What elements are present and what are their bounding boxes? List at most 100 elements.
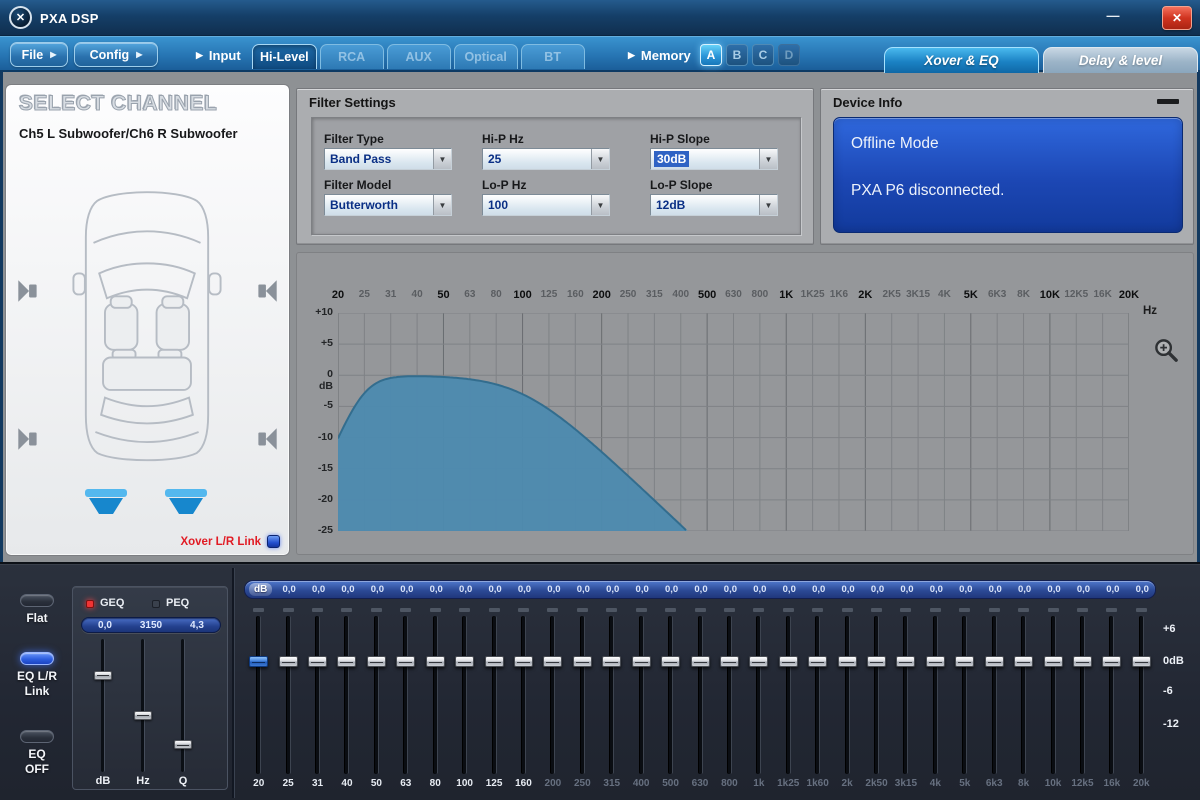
config-menu-button[interactable]: Config ▶ xyxy=(74,42,158,67)
eq-band-track-8k[interactable] xyxy=(1021,616,1026,774)
eq-band-handle-125[interactable] xyxy=(485,656,504,667)
select-lo-p-slope[interactable]: 12dB▼ xyxy=(650,194,778,216)
eq-band-track-2k[interactable] xyxy=(845,616,850,774)
eq-band-track-160[interactable] xyxy=(521,616,526,774)
input-tab-bt[interactable]: BT xyxy=(521,44,585,69)
eq-band-track-100[interactable] xyxy=(462,616,467,774)
tab-delay-level[interactable]: Delay & level xyxy=(1043,47,1198,73)
eq-band-handle-1k[interactable] xyxy=(749,656,768,667)
minimize-button[interactable]: — xyxy=(1100,8,1126,28)
eq-band-track-3k15[interactable] xyxy=(903,616,908,774)
eq-band-track-10k[interactable] xyxy=(1051,616,1056,774)
eq-band-handle-4k[interactable] xyxy=(926,656,945,667)
eq-band-track-1k60[interactable] xyxy=(815,616,820,774)
eq-band-handle-630[interactable] xyxy=(691,656,710,667)
eq-band-handle-25[interactable] xyxy=(279,656,298,667)
speaker-icon[interactable] xyxy=(16,277,40,305)
subwoofer-left-icon[interactable] xyxy=(82,487,130,517)
eq-band-track-200[interactable] xyxy=(550,616,555,774)
eq-band-track-630[interactable] xyxy=(698,616,703,774)
eq-band-handle-500[interactable] xyxy=(661,656,680,667)
eq-band-track-800[interactable] xyxy=(727,616,732,774)
eq-band-handle-40[interactable] xyxy=(337,656,356,667)
eq-band-track-1k[interactable] xyxy=(756,616,761,774)
speaker-icon[interactable] xyxy=(255,277,279,305)
eq-band-track-31[interactable] xyxy=(315,616,320,774)
eq-band-track-250[interactable] xyxy=(580,616,585,774)
input-tab-optical[interactable]: Optical xyxy=(454,44,518,69)
eq-band-track-1k25[interactable] xyxy=(786,616,791,774)
eq-band-handle-160[interactable] xyxy=(514,656,533,667)
file-menu-button[interactable]: File ▶ xyxy=(10,42,68,67)
eq-band-track-63[interactable] xyxy=(403,616,408,774)
memory-d-button[interactable]: D xyxy=(778,44,800,66)
memory-a-button[interactable]: A xyxy=(700,44,722,66)
eq-band-handle-31[interactable] xyxy=(308,656,327,667)
eq-band-handle-8k[interactable] xyxy=(1014,656,1033,667)
eq-band-track-80[interactable] xyxy=(433,616,438,774)
eq-band-handle-50[interactable] xyxy=(367,656,386,667)
memory-b-button[interactable]: B xyxy=(726,44,748,66)
memory-c-button[interactable]: C xyxy=(752,44,774,66)
eq-band-track-315[interactable] xyxy=(609,616,614,774)
eq-band-handle-10k[interactable] xyxy=(1044,656,1063,667)
eq-band-handle-800[interactable] xyxy=(720,656,739,667)
input-tab-aux[interactable]: AUX xyxy=(387,44,451,69)
eq-band-track-125[interactable] xyxy=(492,616,497,774)
eq-band-track-25[interactable] xyxy=(286,616,291,774)
eq-band-handle-2k[interactable] xyxy=(838,656,857,667)
dropdown-arrow-icon[interactable]: ▼ xyxy=(433,149,451,169)
dropdown-arrow-icon[interactable]: ▼ xyxy=(759,195,777,215)
eq-band-track-6k3[interactable] xyxy=(992,616,997,774)
frequency-response-graph[interactable]: 2025314050638010012516020025031540050063… xyxy=(296,252,1194,555)
eq-band-track-5k[interactable] xyxy=(962,616,967,774)
eq-band-handle-16k[interactable] xyxy=(1102,656,1121,667)
dropdown-arrow-icon[interactable]: ▼ xyxy=(591,149,609,169)
dropdown-arrow-icon[interactable]: ▼ xyxy=(591,195,609,215)
eq-band-track-16k[interactable] xyxy=(1109,616,1114,774)
subwoofer-right-icon[interactable] xyxy=(162,487,210,517)
eq-band-track-20[interactable] xyxy=(256,616,261,774)
tab-xover-eq[interactable]: Xover & EQ xyxy=(884,47,1039,73)
eq-band-handle-400[interactable] xyxy=(632,656,651,667)
speaker-icon[interactable] xyxy=(16,425,40,453)
dropdown-arrow-icon[interactable]: ▼ xyxy=(433,195,451,215)
eq-band-track-40[interactable] xyxy=(344,616,349,774)
select-hi-p-hz[interactable]: 25▼ xyxy=(482,148,610,170)
eq-band-handle-20k[interactable] xyxy=(1132,656,1151,667)
eq-band-handle-6k3[interactable] xyxy=(985,656,1004,667)
eq-band-handle-315[interactable] xyxy=(602,656,621,667)
eq-band-handle-100[interactable] xyxy=(455,656,474,667)
select-lo-p-hz[interactable]: 100▼ xyxy=(482,194,610,216)
eq-band-handle-63[interactable] xyxy=(396,656,415,667)
dropdown-arrow-icon[interactable]: ▼ xyxy=(759,149,777,169)
eq-band-track-4k[interactable] xyxy=(933,616,938,774)
eq-band-track-400[interactable] xyxy=(639,616,644,774)
select-filter-model[interactable]: Butterworth▼ xyxy=(324,194,452,216)
car-diagram[interactable] xyxy=(61,177,233,473)
eq-band-handle-2k50[interactable] xyxy=(867,656,886,667)
select-filter-type[interactable]: Band Pass▼ xyxy=(324,148,452,170)
eq-band-handle-200[interactable] xyxy=(543,656,562,667)
select-hi-p-slope[interactable]: 30dB▼ xyxy=(650,148,778,170)
zoom-icon[interactable] xyxy=(1153,337,1180,364)
input-tab-hi-level[interactable]: Hi-Level xyxy=(252,44,317,69)
eq-band-track-2k50[interactable] xyxy=(874,616,879,774)
response-curve-plot[interactable] xyxy=(338,313,1129,531)
speaker-icon[interactable] xyxy=(255,425,279,453)
eq-band-handle-5k[interactable] xyxy=(955,656,974,667)
eq-band-track-12k5[interactable] xyxy=(1080,616,1085,774)
xover-lr-link-button[interactable] xyxy=(267,535,280,548)
eq-band-track-20k[interactable] xyxy=(1139,616,1144,774)
eq-band-handle-3k15[interactable] xyxy=(896,656,915,667)
eq-band-handle-80[interactable] xyxy=(426,656,445,667)
eq-band-track-50[interactable] xyxy=(374,616,379,774)
eq-band-handle-20[interactable] xyxy=(249,656,268,667)
eq-band-track-500[interactable] xyxy=(668,616,673,774)
eq-band-handle-250[interactable] xyxy=(573,656,592,667)
eq-band-handle-1k60[interactable] xyxy=(808,656,827,667)
close-button[interactable]: ✕ xyxy=(1162,6,1192,30)
eq-band-handle-12k5[interactable] xyxy=(1073,656,1092,667)
titlebar[interactable]: ✕ PXA DSP — ✕ xyxy=(0,0,1200,36)
panel-collapse-icon[interactable] xyxy=(1157,99,1179,104)
